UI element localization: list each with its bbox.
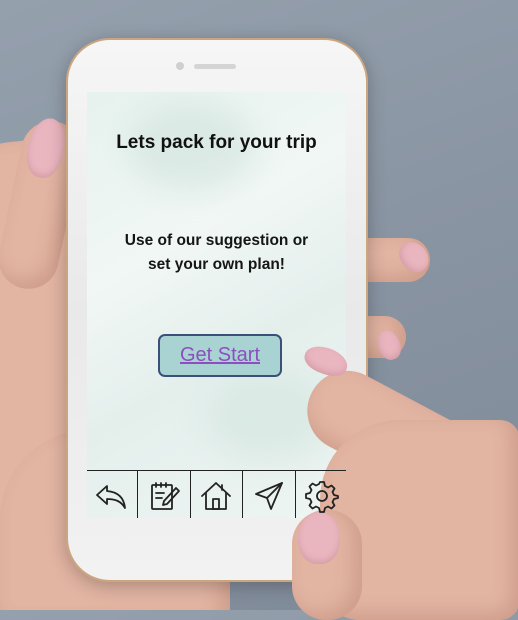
notepad-pencil-icon <box>150 482 180 510</box>
back-arrow-icon <box>95 485 126 509</box>
intro-text-line-1: Use of our suggestion or <box>124 232 309 249</box>
intro-text-line-2: set your own plan! <box>148 256 285 273</box>
earpiece-speaker <box>194 64 236 69</box>
notes-button[interactable] <box>138 471 191 518</box>
get-start-button[interactable]: Get Start <box>158 334 282 377</box>
bottom-toolbar <box>87 470 346 518</box>
settings-button[interactable] <box>296 471 346 518</box>
front-camera <box>176 62 184 70</box>
home-icon <box>201 482 232 510</box>
app-screen: Lets pack for your trip Use of our sugge… <box>87 92 346 518</box>
send-navigation-icon <box>255 482 284 510</box>
back-button[interactable] <box>87 471 138 518</box>
page-title: Lets pack for your trip <box>116 132 317 153</box>
navigate-button[interactable] <box>243 471 297 518</box>
gear-icon <box>305 481 339 513</box>
intro-text: Use of our suggestion or set your own pl… <box>107 229 326 277</box>
home-button[interactable] <box>191 471 244 518</box>
right-thumb-nail <box>298 512 340 564</box>
